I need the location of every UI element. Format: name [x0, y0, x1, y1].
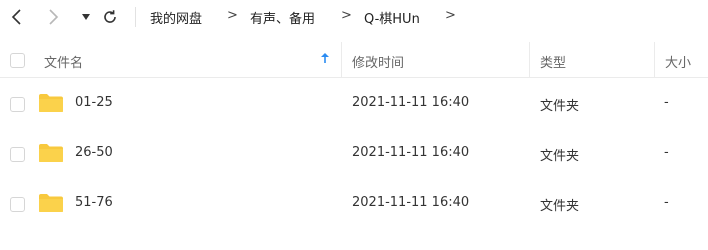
column-header-name[interactable]: 文件名 [44, 52, 83, 71]
breadcrumb-item-root[interactable]: 我的网盘 [150, 8, 202, 27]
row-checkbox[interactable] [10, 147, 25, 162]
row-modified: 2021-11-11 16:40 [352, 95, 470, 110]
row-size: - [664, 195, 669, 210]
back-button[interactable] [6, 5, 28, 29]
column-divider[interactable] [529, 42, 530, 78]
row-size: - [664, 95, 669, 110]
folder-icon [39, 144, 63, 162]
breadcrumb-item-folder[interactable]: 有声、备用 [250, 8, 315, 27]
chevron-right-icon [49, 9, 59, 25]
arrow-up-icon[interactable] [320, 52, 330, 64]
row-name[interactable]: 01-25 [75, 95, 113, 110]
row-type: 文件夹 [540, 149, 580, 164]
row-size: - [664, 145, 669, 160]
column-divider[interactable] [341, 42, 342, 78]
breadcrumb-separator: > [445, 8, 456, 23]
table-row[interactable]: 26-50 2021-11-11 16:40 文件夹 - [0, 131, 708, 177]
row-checkbox[interactable] [10, 197, 25, 212]
table-row[interactable]: 01-25 2021-11-11 16:40 文件夹 - [0, 81, 708, 127]
row-name[interactable]: 51-76 [75, 195, 113, 210]
row-checkbox[interactable] [10, 97, 25, 112]
forward-button[interactable] [42, 5, 64, 29]
row-modified: 2021-11-11 16:40 [352, 195, 470, 210]
row-type: 文件夹 [540, 99, 580, 114]
chevron-left-icon [11, 9, 21, 25]
breadcrumb-separator: > [341, 8, 352, 23]
column-header-modified[interactable]: 修改时间 [352, 52, 404, 71]
folder-icon [39, 94, 63, 112]
toolbar: 我的网盘 > 有声、备用 > Q-棋HUn > [0, 0, 708, 36]
table-row[interactable]: 51-76 2021-11-11 16:40 文件夹 - [0, 181, 708, 227]
select-all-checkbox[interactable] [10, 53, 25, 68]
column-header-type[interactable]: 类型 [540, 52, 566, 71]
row-type: 文件夹 [540, 199, 580, 214]
row-modified: 2021-11-11 16:40 [352, 145, 470, 160]
toolbar-divider [135, 7, 136, 27]
refresh-button[interactable] [99, 5, 121, 29]
row-name[interactable]: 26-50 [75, 145, 113, 160]
refresh-icon [104, 10, 116, 23]
column-header-size[interactable]: 大小 [665, 52, 691, 71]
folder-icon [39, 194, 63, 212]
history-dropdown-button[interactable] [75, 5, 97, 29]
breadcrumb-separator: > [227, 8, 238, 23]
breadcrumb-item-current[interactable]: Q-棋HUn [364, 8, 420, 27]
column-divider[interactable] [654, 42, 655, 78]
caret-down-icon [82, 14, 90, 20]
